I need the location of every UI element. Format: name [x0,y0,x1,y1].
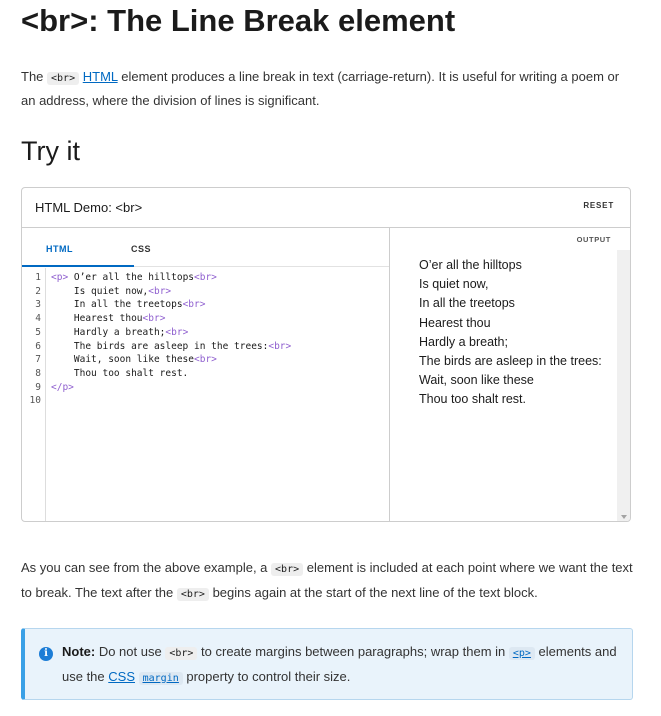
info-icon: i [39,647,53,661]
p-element-link[interactable]: <p> [508,644,535,660]
note-text: Note: Do not use <br> to create margins … [62,640,622,690]
code-tag: <br> [268,340,292,352]
line-number: 1 [35,272,41,283]
tab-divider [134,266,389,267]
line-number-gutter: 1 2 3 4 5 6 7 8 9 10 [22,268,46,521]
p-code[interactable]: <p> [508,647,535,660]
tab-css[interactable]: CSS [131,244,151,254]
br-code: <br> [176,588,209,601]
html-link[interactable]: HTML [83,69,118,84]
margin-link[interactable]: margin [138,669,183,685]
line-number: 9 [35,381,41,393]
output-poem: O’er all the hilltops Is quiet now, In all… [419,256,614,410]
note-callout: i Note: Do not use <br> to create margin… [21,628,633,700]
intro-text: The [21,69,48,84]
editor-tabs: HTML CSS [22,228,389,268]
line-number: 8 [35,367,41,379]
output-label: OUTPUT [576,235,611,244]
tab-html[interactable]: HTML [46,244,73,254]
css-link[interactable]: CSS [108,669,135,684]
output-panel: OUTPUT O’er all the hilltops Is quiet now… [390,228,630,521]
note-text-part: Do not use [95,644,166,659]
poem-line: Thou too shalt rest. [419,392,527,407]
code-tag: <br> [194,272,217,283]
code-line: Hardly a breath;<br> [73,326,189,338]
interactive-example: HTML Demo: <br> RESET HTML CSS 1 2 3 45 6 78 9… [21,187,631,522]
code-line: In all the treetops<br> [73,299,206,311]
code-tag: </p> [51,381,74,393]
poem-line: O’er all the hilltops [419,258,522,272]
intro-paragraph: The <br> HTML element produces a line br… [21,66,637,112]
code-tag: <br> [182,299,206,311]
note-text-part: to create margins between paragraphs; wr… [197,644,509,659]
demo-header: HTML Demo: <br> RESET [22,188,630,228]
explanation-paragraph: As you can see from the above example, a… [21,556,637,606]
scroll-down-arrow-icon[interactable] [621,515,627,519]
code-tag: <br> [194,354,217,366]
explanation-text: As you can see from the above example, a [21,560,272,575]
line-number: 6 [35,340,41,352]
reset-button[interactable]: RESET [583,201,614,210]
br-code: <br> [47,72,80,85]
code-line: </p> [51,381,74,395]
code-line: The birds are asleep in the trees:<br> [73,340,292,352]
poem-line: In all the treetops [419,296,515,311]
line-number: 5 [35,326,41,338]
poem-line: Wait, soon like these [419,373,534,388]
code-editor-panel: HTML CSS 1 2 3 4 5 6 7 8 9 10 <p> O’er all the hi… [22,228,390,521]
code-line: Thou too shalt rest. [73,367,189,379]
note-text-part: property to control their size. [182,669,351,684]
code-tag: <br> [165,326,189,338]
explanation-text: begins again at the start of the next li… [208,585,538,600]
poem-line: Is quiet now, [419,277,489,292]
code-tag: <br> [148,285,172,297]
try-it-heading: Try it [21,136,80,166]
line-number: 2 [35,285,41,297]
code-line: <p> O’er all the hilltops<br> [51,272,217,283]
page-title: <br>: The Line Break element [21,3,456,38]
line-number: 10 [29,395,41,407]
code-line: Hearest thou<br> [73,313,166,325]
poem-line: The birds are asleep in the trees: [419,354,602,369]
poem-line: Hardly a breath; [419,334,508,349]
line-number: 7 [35,354,41,366]
code-tag: <p> [51,272,69,283]
margin-code[interactable]: margin [138,672,183,685]
code-tag: <br> [142,313,166,325]
line-number: 3 [35,299,41,311]
code-area[interactable]: 1 2 3 4 5 6 7 8 9 10 <p> O’er all the hilltops<br… [22,268,389,521]
line-number: 4 [35,313,41,325]
note-label: Note: [62,644,96,659]
code-line: Is quiet now,<br> [73,285,172,297]
poem-line: Hearest thou [419,315,491,330]
output-scrollbar[interactable] [617,250,630,521]
active-tab-indicator [22,265,134,267]
br-code: <br> [271,563,304,576]
code-line: Wait, soon like these<br> [73,354,217,366]
br-code: <br> [165,647,198,660]
demo-title: HTML Demo: <br> [35,200,143,215]
